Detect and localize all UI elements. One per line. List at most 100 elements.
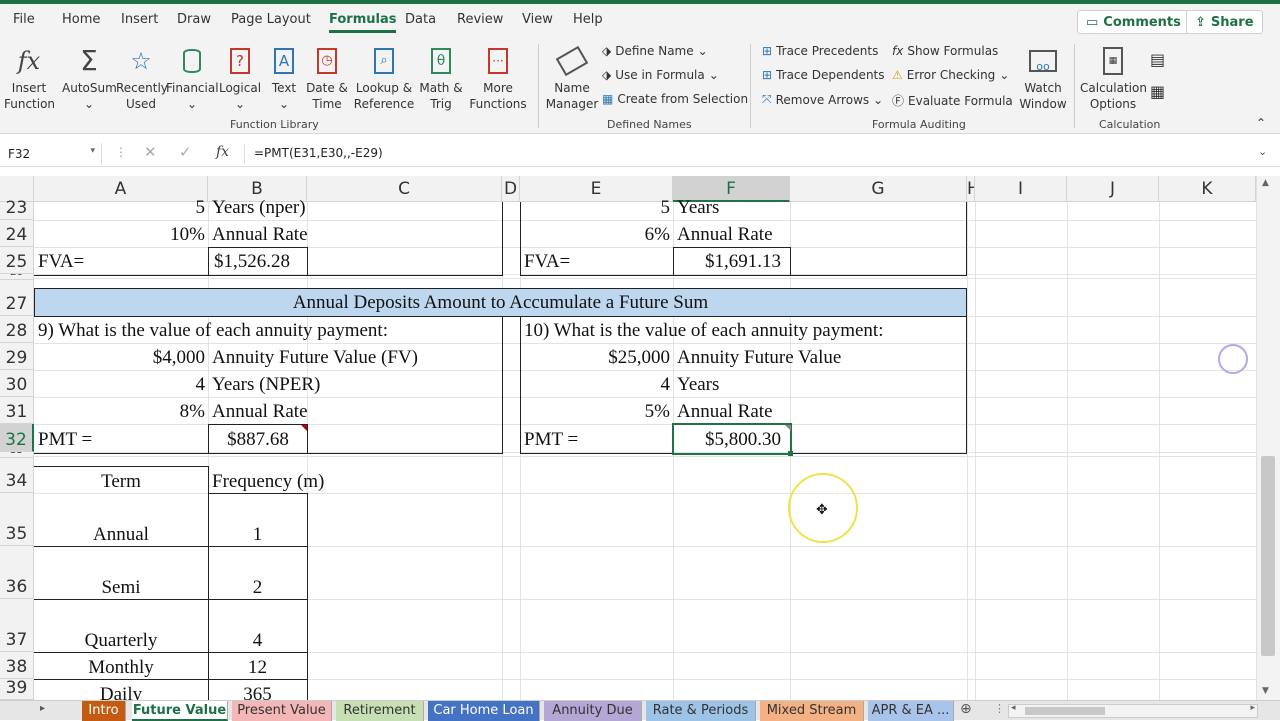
fill-handle[interactable] bbox=[788, 451, 793, 456]
column-header-g[interactable]: G bbox=[790, 176, 967, 202]
cell-a31[interactable]: 8% bbox=[34, 399, 205, 425]
cell-b24[interactable]: Annual Rate bbox=[212, 222, 308, 248]
sheet-tab-mixed-stream[interactable]: Mixed Stream bbox=[760, 701, 864, 721]
tab-draw[interactable]: Draw bbox=[177, 12, 211, 27]
sheet-tab-intro[interactable]: Intro bbox=[82, 701, 126, 721]
scroll-tabs-right-icon[interactable]: ▸ bbox=[40, 703, 45, 714]
autosum-button[interactable]: Σ AutoSum ⌄ bbox=[62, 42, 117, 112]
tab-page-layout[interactable]: Page Layout bbox=[231, 12, 311, 27]
expand-formula-icon[interactable]: ⌄ bbox=[1258, 145, 1267, 158]
evaluate-formula-button[interactable]: Ⓕ Evaluate Formula bbox=[892, 92, 1013, 109]
freq-term-cell[interactable]: Monthly bbox=[34, 655, 208, 681]
column-header-j[interactable]: J bbox=[1067, 176, 1159, 202]
sheet-tab-car-home-loan[interactable]: Car Home Loan bbox=[428, 701, 540, 721]
cell-f32[interactable]: $5,800.30 bbox=[673, 427, 781, 453]
name-box[interactable]: F32 ▾ bbox=[2, 143, 102, 165]
cell-e28[interactable]: 10) What is the value of each annuity pa… bbox=[524, 318, 883, 344]
row-header[interactable]: 30 bbox=[0, 370, 34, 397]
scrollbar-thumb[interactable] bbox=[1025, 707, 1105, 715]
freq-term-cell[interactable]: Annual bbox=[34, 522, 208, 548]
financial-button[interactable]: Financial ⌄ bbox=[166, 42, 219, 112]
define-name-button[interactable]: ⬗ Define Name ⌄ bbox=[602, 44, 708, 58]
cell-f29[interactable]: Annuity Future Value bbox=[677, 345, 841, 371]
sheet-tab-rate-periods[interactable]: Rate & Periods bbox=[646, 701, 756, 721]
calculate-sheet-icon[interactable]: ▦ bbox=[1150, 82, 1165, 101]
enter-icon[interactable]: ✓ bbox=[179, 143, 192, 161]
calculation-options-button[interactable]: ▦ Calculation Options bbox=[1080, 42, 1147, 112]
column-header-c[interactable]: C bbox=[307, 176, 502, 202]
row-header[interactable]: 31 bbox=[0, 397, 34, 424]
row-header[interactable]: 36 bbox=[0, 546, 34, 599]
cell-a28[interactable]: 9) What is the value of each annuity pay… bbox=[38, 318, 388, 344]
freq-value-cell[interactable]: 365 bbox=[208, 682, 307, 700]
scroll-up-icon[interactable]: ▲ bbox=[1262, 178, 1269, 188]
cell-b30[interactable]: Years (NPER) bbox=[212, 372, 320, 398]
cell-e30[interactable]: 4 bbox=[520, 372, 671, 398]
date-time-button[interactable]: ◷ Date & Time bbox=[304, 42, 350, 112]
horizontal-scrollbar[interactable]: ◂ ▸ bbox=[1008, 703, 1258, 718]
cell-e31[interactable]: 5% bbox=[520, 399, 670, 425]
cell-a24[interactable]: 10% bbox=[34, 222, 205, 248]
cell-f23[interactable]: Years bbox=[677, 195, 719, 221]
row-header[interactable]: 38 bbox=[0, 652, 34, 679]
use-in-formula-button[interactable]: ⬗ Use in Formula ⌄ bbox=[602, 68, 719, 82]
freq-value-cell[interactable]: 2 bbox=[208, 575, 307, 601]
tab-formulas[interactable]: Formulas bbox=[329, 12, 397, 33]
freq-value-cell[interactable]: 4 bbox=[208, 628, 307, 654]
logical-button[interactable]: ? Logical ⌄ bbox=[218, 42, 262, 112]
row-header[interactable]: 35 bbox=[0, 493, 34, 546]
freq-header-frequency[interactable]: Frequency (m) bbox=[212, 469, 324, 495]
trace-dependents-button[interactable]: ⊞ Trace Dependents bbox=[762, 68, 885, 82]
add-sheet-icon[interactable]: ⊕ bbox=[960, 701, 972, 717]
watch-window-button[interactable]: oo Watch Window bbox=[1016, 42, 1070, 112]
cell-a32[interactable]: PMT = bbox=[38, 427, 92, 453]
cell-b29[interactable]: Annuity Future Value (FV) bbox=[212, 345, 418, 371]
row-header[interactable]: 34 bbox=[0, 458, 34, 493]
row-header[interactable]: 37 bbox=[0, 599, 34, 652]
freq-term-cell[interactable]: Daily bbox=[34, 682, 208, 700]
row-header[interactable]: 27 bbox=[0, 280, 34, 316]
cell-b31[interactable]: Annual Rate bbox=[212, 399, 308, 425]
cell-b25[interactable]: $1,526.28 bbox=[214, 249, 290, 275]
create-from-selection-button[interactable]: ▦ Create from Selection bbox=[602, 92, 748, 106]
sheet-tab-apr-ea[interactable]: APR & EA ... bbox=[868, 701, 954, 721]
tab-insert[interactable]: Insert bbox=[121, 12, 158, 27]
comments-button[interactable]: ▭ Comments bbox=[1077, 10, 1190, 34]
tab-view[interactable]: View bbox=[522, 12, 553, 27]
cell-b23[interactable]: Years (nper) bbox=[212, 195, 306, 221]
show-formulas-button[interactable]: fx Show Formulas bbox=[892, 44, 998, 58]
cell-e32[interactable]: PMT = bbox=[524, 427, 578, 453]
row-header-selected[interactable]: 32 bbox=[0, 424, 34, 452]
tab-home[interactable]: Home bbox=[62, 12, 100, 27]
share-button[interactable]: ⇪ Share bbox=[1186, 10, 1263, 34]
cell-e24[interactable]: 6% bbox=[520, 222, 670, 248]
column-header-i[interactable]: I bbox=[975, 176, 1067, 202]
cell-a29[interactable]: $4,000 bbox=[34, 345, 205, 371]
tab-file[interactable]: File bbox=[13, 12, 35, 27]
freq-value-cell[interactable]: 1 bbox=[208, 522, 307, 548]
scroll-right-icon[interactable]: ▸ bbox=[1250, 703, 1255, 713]
math-trig-button[interactable]: θ Math & Trig bbox=[418, 42, 464, 112]
cell-a30[interactable]: 4 bbox=[34, 372, 206, 398]
name-manager-button[interactable]: Name Manager bbox=[544, 42, 600, 112]
freq-value-cell[interactable]: 12 bbox=[208, 655, 307, 681]
section-header-band[interactable]: Annual Deposits Amount to Accumulate a F… bbox=[34, 288, 967, 317]
worksheet-grid[interactable]: A B C D E F G H I J K 23 24 25 26 27 28 … bbox=[0, 176, 1256, 700]
tab-review[interactable]: Review bbox=[457, 12, 503, 27]
cell-f31[interactable]: Annual Rate bbox=[677, 399, 773, 425]
formula-input[interactable]: =PMT(E31,E30,,-E29) bbox=[254, 146, 383, 160]
row-header[interactable]: 25 bbox=[0, 247, 34, 274]
row-header[interactable]: 29 bbox=[0, 343, 34, 370]
sheet-tab-future-value[interactable]: Future Value bbox=[132, 701, 228, 721]
cell-b32[interactable]: $887.68 bbox=[208, 427, 308, 453]
row-header[interactable]: 28 bbox=[0, 316, 34, 343]
remove-arrows-button[interactable]: ⤧ Remove Arrows ⌄ bbox=[762, 92, 883, 107]
sheet-tab-present-value[interactable]: Present Value bbox=[232, 701, 332, 721]
vertical-scrollbar[interactable]: ▲ ▼ bbox=[1256, 176, 1280, 700]
cancel-icon[interactable]: ✕ bbox=[144, 143, 157, 161]
freq-term-cell[interactable]: Quarterly bbox=[34, 628, 208, 654]
trace-precedents-button[interactable]: ⊞ Trace Precedents bbox=[762, 44, 878, 58]
cell-a25[interactable]: FVA= bbox=[38, 249, 84, 275]
row-header[interactable]: 23 bbox=[0, 198, 34, 220]
column-header-h[interactable]: H bbox=[967, 176, 975, 202]
